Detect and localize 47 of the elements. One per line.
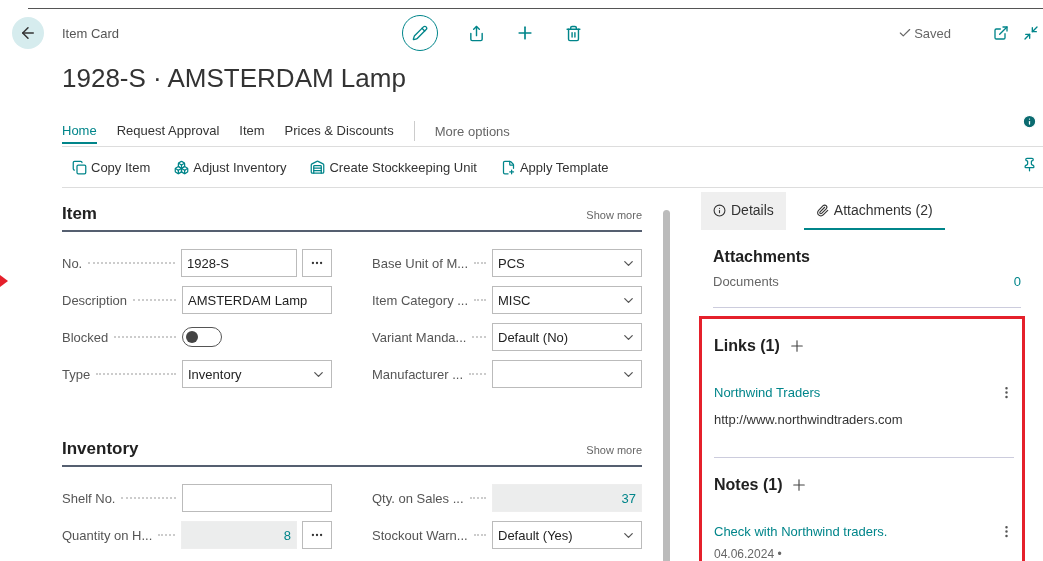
notes-heading: Notes (1) <box>714 476 783 494</box>
readonly-field: 37 <box>492 484 642 512</box>
factbox-tab[interactable]: Details <box>701 192 786 230</box>
field-label: Blocked <box>62 329 109 345</box>
more-options-link[interactable]: More options <box>434 123 510 139</box>
dropdown-field[interactable]: Inventory <box>182 360 332 388</box>
show-more-link[interactable]: Show more <box>586 209 642 221</box>
note-date: 04.06.2024 • <box>714 547 783 561</box>
command-button[interactable]: Apply Template <box>500 159 609 175</box>
field-label: Type <box>62 366 91 382</box>
field-label: Manufacturer ... <box>372 366 464 382</box>
readonly-field: 8 <box>181 521 297 549</box>
field-label: Qty. on Sales ... <box>372 490 464 506</box>
action-tab[interactable]: Request Approval <box>116 118 220 144</box>
command-button[interactable]: Adjust Inventory <box>174 159 287 175</box>
documents-label: Documents <box>713 274 779 289</box>
note-text[interactable]: Check with Northwind traders. <box>714 524 888 539</box>
section-title: Item <box>62 204 97 224</box>
action-tab[interactable]: Prices & Discounts <box>284 118 394 144</box>
page-caption: Item Card <box>62 25 121 41</box>
field-label: Variant Manda... <box>372 329 467 345</box>
show-more-link[interactable]: Show more <box>586 444 642 456</box>
text-field[interactable]: 1928-S <box>181 249 297 277</box>
field-label: Shelf No. <box>62 490 116 506</box>
section-title: Inventory <box>62 439 139 459</box>
saved-status: Saved <box>898 25 951 41</box>
documents-count[interactable]: 0 <box>1013 274 1021 289</box>
link-title[interactable]: Northwind Traders <box>714 385 821 400</box>
field-label: Item Category ... <box>372 292 469 308</box>
field-label: Quantity on H... <box>62 527 153 543</box>
command-button[interactable]: Copy Item <box>72 159 151 175</box>
link-url: http://www.northwindtraders.com <box>714 412 904 427</box>
text-field[interactable]: AMSTERDAM Lamp <box>182 286 332 314</box>
dropdown-field[interactable]: MISC <box>492 286 642 314</box>
dropdown-field[interactable]: Default (No) <box>492 323 642 351</box>
action-tab[interactable]: Item <box>239 118 265 144</box>
attachments-heading: Attachments <box>713 248 810 266</box>
field-label: Base Unit of M... <box>372 255 469 271</box>
field-label: Description <box>62 292 128 308</box>
links-heading: Links (1) <box>714 337 780 355</box>
dropdown-field[interactable]: PCS <box>492 249 642 277</box>
action-tab[interactable]: Home <box>62 118 97 144</box>
page-title: 1928-S · AMSTERDAM Lamp <box>62 63 407 94</box>
field-label: Stockout Warn... <box>372 527 468 543</box>
field-label: No. <box>62 255 83 271</box>
dropdown-field[interactable]: Default (Yes) <box>492 521 642 549</box>
command-button[interactable]: Create Stockkeeping Unit <box>310 159 477 175</box>
